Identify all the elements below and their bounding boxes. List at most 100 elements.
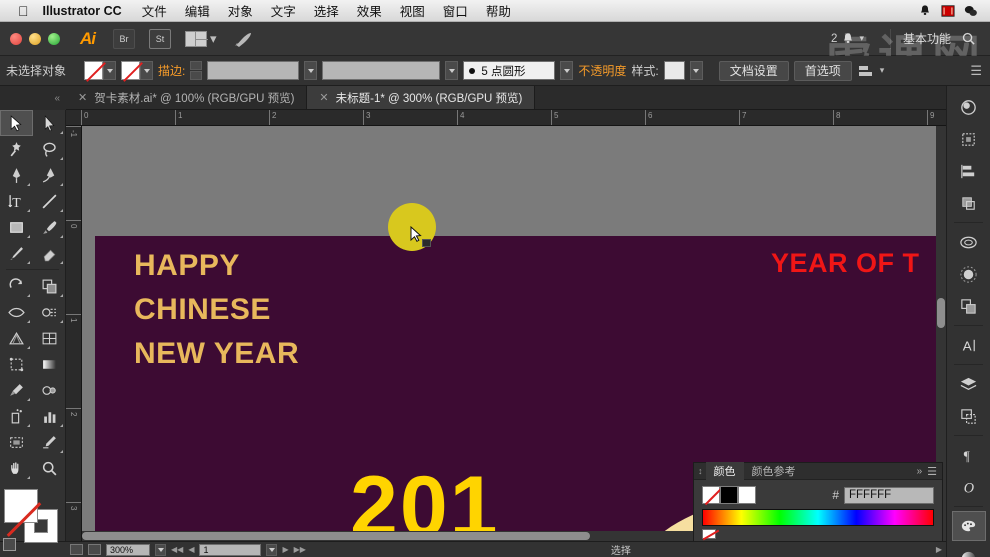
type-tool[interactable]: T xyxy=(0,188,33,214)
wechat-icon[interactable] xyxy=(964,4,978,18)
document-tab-2[interactable]: ✕ 未标题-1* @ 300% (RGB/GPU 预览) xyxy=(307,86,536,109)
type-panel-icon[interactable]: A xyxy=(952,330,986,360)
artboard-prev-button[interactable]: ◀ xyxy=(188,545,194,554)
horizontal-ruler[interactable]: 0 1 2 3 4 5 6 7 8 9 xyxy=(66,110,946,126)
curvature-tool[interactable] xyxy=(33,162,66,188)
artboards-panel-icon[interactable] xyxy=(952,401,986,431)
search-icon[interactable] xyxy=(961,31,976,46)
brushes-panel-icon[interactable] xyxy=(952,259,986,289)
perspective-grid-tool[interactable] xyxy=(0,325,33,351)
rectangle-tool[interactable] xyxy=(0,214,33,240)
vertical-ruler[interactable]: -1 0 1 2 3 xyxy=(66,126,82,541)
menu-item-object[interactable]: 对象 xyxy=(228,1,253,20)
stock-button[interactable]: St xyxy=(149,28,171,49)
color-spectrum-ramp[interactable] xyxy=(702,509,934,526)
width-tool[interactable] xyxy=(0,299,33,325)
year-number[interactable]: 201 xyxy=(350,458,500,541)
rotate-tool[interactable] xyxy=(0,273,33,299)
brush-definition-select[interactable]: 5 点圆形 xyxy=(463,61,556,80)
layers-panel-icon[interactable] xyxy=(952,369,986,399)
color-white-swatch[interactable] xyxy=(738,486,756,504)
brush-dropdown-arrow[interactable] xyxy=(560,61,574,80)
fill-swatch-group[interactable] xyxy=(84,61,117,80)
stroke-weight-dropdown-arrow[interactable] xyxy=(304,61,318,80)
toolbar-fill-swatch[interactable] xyxy=(3,489,38,523)
headline-line-3[interactable]: NEW YEAR xyxy=(134,337,299,371)
blend-tool[interactable] xyxy=(33,377,66,403)
artboard-icon[interactable] xyxy=(70,544,83,555)
export-icon[interactable] xyxy=(88,544,101,555)
document-tab-1[interactable]: ✕ 贺卡素材.ai* @ 100% (RGB/GPU 预览) xyxy=(66,86,308,109)
mesh-tool[interactable] xyxy=(33,325,66,351)
style-dropdown-arrow[interactable] xyxy=(689,61,703,80)
document-setup-button[interactable]: 文档设置 xyxy=(718,60,789,81)
character-panel-icon[interactable]: O xyxy=(952,472,986,502)
double-chevron-icon[interactable]: » xyxy=(917,466,928,477)
artboard-dropdown-arrow[interactable] xyxy=(266,543,278,556)
transform-panel-icon[interactable] xyxy=(952,124,986,154)
none-color-button[interactable] xyxy=(702,529,716,539)
tab-color-guide[interactable]: 颜色参考 xyxy=(744,462,804,480)
color-panel-icon[interactable] xyxy=(952,92,986,122)
menu-item-help[interactable]: 帮助 xyxy=(486,1,511,20)
align-icon[interactable] xyxy=(857,63,875,79)
stroke-weight-input[interactable] xyxy=(207,61,300,80)
stroke-swatch-group[interactable] xyxy=(121,61,154,80)
panel-menu-icon[interactable]: ☰ xyxy=(927,465,942,478)
zoom-dropdown-arrow[interactable] xyxy=(155,543,166,556)
pen-tool[interactable] xyxy=(0,162,33,188)
menu-item-view[interactable]: 视图 xyxy=(400,1,425,20)
selection-tool[interactable] xyxy=(0,110,33,136)
stroke-swatch[interactable] xyxy=(121,61,141,80)
artboard-tool[interactable] xyxy=(0,429,33,455)
collapse-icon[interactable]: « xyxy=(54,93,60,104)
paintbrush-tool[interactable] xyxy=(33,214,66,240)
eraser-tool[interactable] xyxy=(33,240,66,266)
line-segment-tool[interactable] xyxy=(33,188,66,214)
menu-item-window[interactable]: 窗口 xyxy=(443,1,468,20)
align-dropdown-arrow[interactable]: ▾ xyxy=(880,65,885,76)
scale-tool[interactable] xyxy=(33,273,66,299)
panel-menu-icon[interactable]: ☰ xyxy=(970,63,982,79)
artboard-next-button[interactable]: ▶ xyxy=(282,545,288,554)
hand-tool[interactable] xyxy=(0,455,33,481)
rocket-sync-icon[interactable] xyxy=(233,30,255,48)
apple-icon[interactable]:  xyxy=(18,4,29,18)
color-none-swatch[interactable] xyxy=(702,486,720,504)
year-of-text[interactable]: YEAR OF T xyxy=(771,248,920,279)
menu-item-edit[interactable]: 编辑 xyxy=(185,1,210,20)
close-icon[interactable]: ✕ xyxy=(78,91,87,104)
tab-color[interactable]: 颜色 xyxy=(705,462,744,480)
maximize-window-button[interactable] xyxy=(48,32,60,45)
magic-wand-tool[interactable] xyxy=(0,136,33,162)
horizontal-scroll-thumb[interactable] xyxy=(82,532,590,540)
preferences-button[interactable]: 首选项 xyxy=(793,60,852,81)
artboard-last-button[interactable]: ▶▶ xyxy=(294,545,306,554)
align-panel-icon[interactable] xyxy=(952,156,986,186)
notification-bell-icon[interactable] xyxy=(918,4,932,18)
shape-builder-tool[interactable] xyxy=(33,299,66,325)
color-black-swatch[interactable] xyxy=(720,486,738,504)
status-expand-icon[interactable]: ▶ xyxy=(936,545,942,554)
gradient-panel-icon[interactable] xyxy=(952,543,986,557)
lasso-tool[interactable] xyxy=(33,136,66,162)
slice-tool[interactable] xyxy=(33,429,66,455)
graphic-style-swatch[interactable] xyxy=(663,61,685,80)
panel-grip-icon[interactable]: ↕ xyxy=(694,466,706,476)
cc-libraries-icon[interactable] xyxy=(952,227,986,257)
stroke-weight-stepper[interactable] xyxy=(190,61,203,80)
stroke-profile-input[interactable] xyxy=(322,61,441,80)
column-graph-tool[interactable] xyxy=(33,403,66,429)
menu-item-type[interactable]: 文字 xyxy=(271,1,296,20)
pathfinder-panel-icon[interactable] xyxy=(952,188,986,218)
direct-selection-tool[interactable] xyxy=(33,110,66,136)
hex-input[interactable]: FFFFFF xyxy=(844,486,934,504)
flag-icon[interactable] xyxy=(941,4,955,18)
pencil-tool[interactable] xyxy=(0,240,33,266)
bridge-button[interactable]: Br xyxy=(113,28,135,49)
artboard-number-input[interactable]: 1 xyxy=(199,543,262,556)
headline-line-1[interactable]: HAPPY xyxy=(134,249,240,283)
eyedropper-tool[interactable] xyxy=(0,377,33,403)
close-icon[interactable]: ✕ xyxy=(319,91,328,104)
arrange-documents-button[interactable]: ▾ xyxy=(185,30,217,47)
